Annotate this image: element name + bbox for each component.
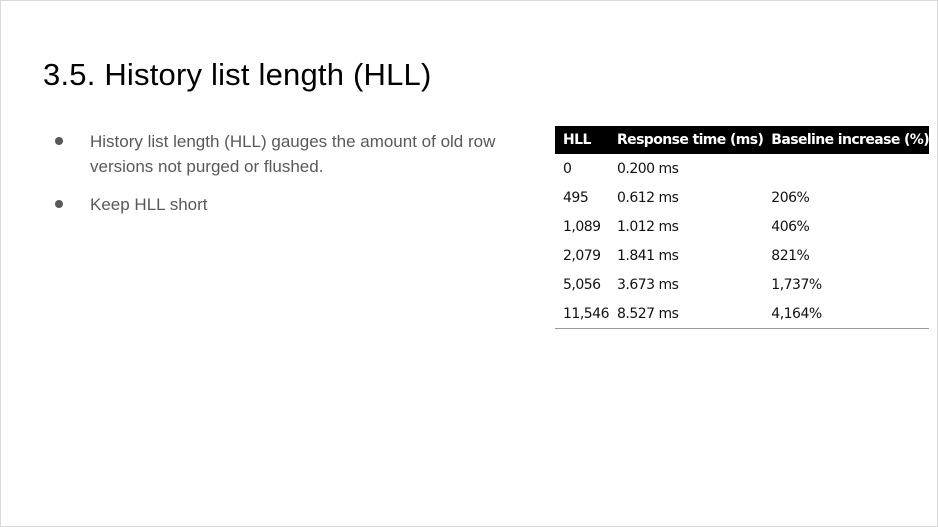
- bullet-text: History list length (HLL) gauges the amo…: [90, 132, 496, 176]
- header-hll: HLL: [555, 126, 609, 154]
- bullet-item: Keep HLL short: [53, 192, 503, 217]
- cell-baseline-increase: 206%: [771, 189, 810, 206]
- table-row: 5,056 3.673 ms 1,737%: [555, 270, 929, 299]
- table-header: HLL Response time (ms) Baseline increase…: [555, 126, 930, 154]
- cell-hll: 495: [563, 189, 589, 206]
- table-row: 1,089 1.012 ms 406%: [555, 212, 929, 241]
- cell-baseline-increase: [763, 154, 929, 183]
- cell-baseline-increase: 4,164%: [763, 299, 930, 329]
- slide: 3.5. History list length (HLL) History l…: [0, 0, 938, 527]
- cell-response-time: 3.673 ms: [617, 276, 679, 293]
- cell-hll: 1,089: [563, 218, 601, 235]
- cell-response-time: 1.841 ms: [617, 247, 679, 264]
- table-header-row: HLL Response time (ms) Baseline increase…: [555, 126, 930, 154]
- cell-baseline-increase: 821%: [771, 247, 810, 264]
- cell-hll: 5,056: [563, 276, 601, 293]
- cell-hll: 2,079: [563, 247, 601, 264]
- hll-table: HLL Response time (ms) Baseline increase…: [555, 126, 930, 329]
- header-response-time: Response time (ms): [609, 126, 764, 154]
- cell-hll: 0: [563, 160, 572, 177]
- bullet-text: Keep HLL short: [90, 195, 208, 214]
- bullet-item: History list length (HLL) gauges the amo…: [53, 129, 503, 179]
- bullet-dot-icon: [55, 200, 63, 208]
- header-baseline-increase: Baseline increase (%): [763, 126, 930, 154]
- cell-response-time: 8.527 ms: [609, 299, 764, 329]
- table-row: 2,079 1.841 ms 821%: [555, 241, 929, 270]
- bullet-list: History list length (HLL) gauges the amo…: [53, 129, 503, 230]
- table-row: 11,546 8.527 ms 4,164%: [555, 299, 930, 329]
- bullet-dot-icon: [55, 137, 63, 145]
- cell-baseline-increase: 406%: [771, 218, 810, 235]
- table-row: 495 0.612 ms 206%: [555, 183, 929, 212]
- slide-title: 3.5. History list length (HLL): [43, 57, 432, 92]
- cell-response-time: 0.200 ms: [617, 160, 679, 177]
- cell-hll: 11,546: [555, 299, 610, 329]
- cell-baseline-increase: 1,737%: [771, 276, 822, 293]
- table-body: 0 0.200 ms 495 0.612 ms 206% 1,089 1.012…: [555, 154, 930, 329]
- cell-response-time: 1.012 ms: [617, 218, 679, 235]
- cell-response-time: 0.612 ms: [617, 189, 679, 206]
- table-row: 0 0.200 ms: [555, 154, 929, 183]
